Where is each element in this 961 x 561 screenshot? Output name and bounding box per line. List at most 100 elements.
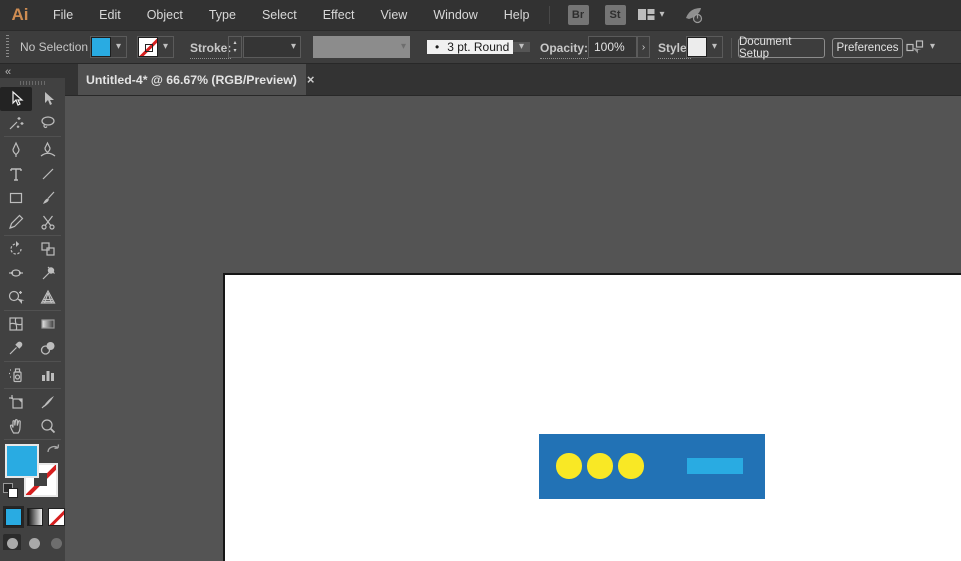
toolbar-separator bbox=[4, 388, 61, 389]
light-blue-button-shape[interactable] bbox=[687, 458, 743, 474]
toolbar-collapse-icon[interactable]: « bbox=[5, 66, 9, 78]
toolbar-separator bbox=[4, 310, 61, 311]
artboard-tool[interactable] bbox=[0, 390, 32, 414]
column-graph-tool[interactable] bbox=[32, 363, 64, 387]
none-mode-button[interactable] bbox=[48, 508, 65, 526]
chevron-down-icon[interactable]: ▾ bbox=[291, 42, 300, 52]
hand-tool[interactable] bbox=[0, 414, 32, 438]
line-segment-tool-icon bbox=[39, 165, 57, 183]
control-bar: No Selection ▾ ▾ Stroke: ▴ ▾ ▾ ▾ • 3 pt.… bbox=[0, 30, 961, 64]
menu-select[interactable]: Select bbox=[249, 8, 310, 22]
graphic-style-swatch[interactable] bbox=[687, 37, 707, 57]
menu-help[interactable]: Help bbox=[491, 8, 543, 22]
menu-view[interactable]: View bbox=[367, 8, 420, 22]
menu-window[interactable]: Window bbox=[420, 8, 490, 22]
stroke-weight-dropdown[interactable]: ▾ bbox=[243, 36, 301, 58]
document-setup-button[interactable]: Document Setup bbox=[738, 38, 825, 58]
draw-mode-row bbox=[0, 526, 65, 550]
scissors-tool[interactable] bbox=[32, 210, 64, 234]
puppet-warp-tool[interactable] bbox=[32, 261, 64, 285]
yellow-dot-2[interactable] bbox=[587, 453, 612, 478]
direct-selection-tool[interactable] bbox=[32, 87, 64, 111]
workspace-switcher-button[interactable]: ▾ bbox=[638, 8, 665, 22]
artboard[interactable] bbox=[223, 273, 961, 561]
opacity-input[interactable]: 100% bbox=[588, 36, 637, 58]
menu-object[interactable]: Object bbox=[134, 8, 196, 22]
yellow-dot-3[interactable] bbox=[618, 453, 643, 478]
paintbrush-tool[interactable] bbox=[32, 186, 64, 210]
direct-selection-tool-icon bbox=[39, 90, 57, 108]
slice-tool[interactable] bbox=[32, 390, 64, 414]
chevron-down-icon[interactable]: ▾ bbox=[158, 42, 173, 52]
mesh-tool-icon bbox=[7, 315, 25, 333]
fill-swatch[interactable] bbox=[5, 444, 39, 478]
chevron-down-icon[interactable]: ▾ bbox=[513, 42, 530, 52]
workspace-switcher-icon bbox=[638, 8, 655, 22]
pencil-tool[interactable] bbox=[0, 210, 32, 234]
menu-type[interactable]: Type bbox=[196, 8, 249, 22]
stepper-up-icon[interactable]: ▴ bbox=[233, 39, 236, 47]
pen-tool[interactable] bbox=[0, 138, 32, 162]
eyedropper-tool[interactable] bbox=[0, 336, 32, 360]
chevron-down-icon[interactable]: ▾ bbox=[707, 42, 722, 52]
panel-grip[interactable] bbox=[5, 35, 10, 59]
pen-tool-icon bbox=[7, 141, 25, 159]
tools-panel-grip[interactable] bbox=[20, 81, 46, 85]
graphic-style-control[interactable]: ▾ bbox=[686, 36, 723, 58]
gpu-performance-button[interactable] bbox=[683, 6, 705, 24]
document-tab[interactable]: Untitled-4* @ 66.67% (RGB/Preview) × bbox=[78, 64, 306, 95]
perspective-grid-tool[interactable] bbox=[32, 285, 64, 309]
preferences-button[interactable]: Preferences bbox=[832, 38, 903, 58]
menu-file[interactable]: File bbox=[40, 8, 86, 22]
yellow-dot-1[interactable] bbox=[556, 453, 581, 478]
line-segment-tool[interactable] bbox=[32, 162, 64, 186]
gpu-performance-icon bbox=[683, 6, 705, 24]
gradient-tool[interactable] bbox=[32, 312, 64, 336]
lasso-tool-icon bbox=[39, 114, 57, 132]
shape-builder-tool[interactable] bbox=[0, 285, 32, 309]
width-tool[interactable] bbox=[0, 261, 32, 285]
menu-edit[interactable]: Edit bbox=[86, 8, 134, 22]
lasso-tool[interactable] bbox=[32, 111, 64, 135]
curvature-tool[interactable] bbox=[32, 138, 64, 162]
stroke-none-swatch[interactable] bbox=[138, 37, 158, 57]
chevron-down-icon[interactable]: ▾ bbox=[930, 42, 935, 52]
type-tool[interactable] bbox=[0, 162, 32, 186]
brush-definition-dropdown[interactable]: • 3 pt. Round ▾ bbox=[427, 36, 530, 58]
pencil-tool-icon bbox=[7, 213, 25, 231]
stroke-weight-stepper[interactable]: ▴ ▾ bbox=[228, 36, 242, 58]
menu-effect[interactable]: Effect bbox=[310, 8, 368, 22]
draw-normal-button[interactable] bbox=[3, 534, 21, 550]
rectangle-tool[interactable] bbox=[0, 186, 32, 210]
chevron-down-icon[interactable]: ▾ bbox=[111, 42, 126, 52]
stepper-down-icon[interactable]: ▾ bbox=[233, 47, 236, 55]
rectangle-tool-icon bbox=[7, 189, 25, 207]
selection-status: No Selection bbox=[20, 31, 88, 63]
scale-tool[interactable] bbox=[32, 237, 64, 261]
draw-behind-button[interactable] bbox=[25, 534, 43, 550]
swap-fill-stroke-icon[interactable] bbox=[45, 442, 63, 458]
rotate-tool[interactable] bbox=[0, 237, 32, 261]
stroke-color-control[interactable]: ▾ bbox=[137, 36, 174, 58]
default-fill-stroke-icon[interactable] bbox=[3, 483, 18, 498]
select-similar-control[interactable]: ▾ bbox=[906, 31, 935, 63]
blend-tool[interactable] bbox=[32, 336, 64, 360]
zoom-tool[interactable] bbox=[32, 414, 64, 438]
symbol-sprayer-tool[interactable] bbox=[0, 363, 32, 387]
fill-color-swatch[interactable] bbox=[91, 37, 111, 57]
scissors-tool-icon bbox=[39, 213, 57, 231]
width-tool-icon bbox=[7, 264, 25, 282]
color-mode-button[interactable] bbox=[5, 508, 22, 526]
draw-inside-button[interactable] bbox=[47, 534, 65, 550]
opacity-expand-button[interactable]: › bbox=[637, 36, 650, 58]
mesh-tool[interactable] bbox=[0, 312, 32, 336]
fill-color-control[interactable]: ▾ bbox=[90, 36, 127, 58]
tab-close-icon[interactable]: × bbox=[307, 73, 315, 86]
stock-button[interactable]: St bbox=[605, 5, 626, 25]
selection-tool[interactable] bbox=[0, 87, 32, 111]
brush-definition-value[interactable]: • 3 pt. Round bbox=[427, 40, 513, 54]
bridge-button[interactable]: Br bbox=[568, 5, 589, 25]
gradient-mode-button[interactable] bbox=[27, 508, 44, 526]
magic-wand-tool[interactable] bbox=[0, 111, 32, 135]
rotate-tool-icon bbox=[7, 240, 25, 258]
